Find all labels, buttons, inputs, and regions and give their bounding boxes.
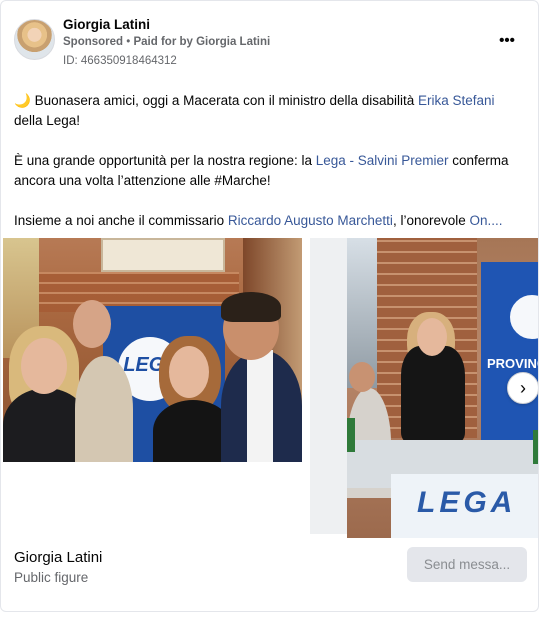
ad-card: Giorgia Latini Sponsored • Paid for by G… (0, 0, 539, 612)
post-line-4: ancora una volta l’attenzione alle #Marc… (14, 173, 271, 188)
mention-riccardo-marchetti[interactable]: Riccardo Augusto Marchetti (228, 213, 393, 228)
tablecloth-text: LEGA (417, 486, 517, 519)
footer-page-name[interactable]: Giorgia Latini (14, 549, 102, 566)
carousel-photo-1[interactable]: LEGA (3, 238, 302, 462)
carousel-next-button[interactable]: › (507, 372, 538, 404)
meta-separator: • (123, 36, 134, 48)
page-name[interactable]: Giorgia Latini (63, 17, 150, 32)
send-message-button[interactable]: Send messa... (407, 547, 527, 582)
post-line-2: della Lega! (14, 113, 81, 128)
moon-icon: 🌙 (14, 93, 31, 108)
more-options-icon[interactable]: ••• (495, 31, 519, 51)
mention-erika-stefani[interactable]: Erika Stefani (418, 93, 495, 108)
post-line-5: Insieme a noi anche il commissario Ricca… (14, 213, 503, 228)
image-carousel: LEGA PROVINC (1, 238, 538, 538)
sponsored-line: Sponsored • Paid for by Giorgia Latini (63, 36, 270, 48)
footer-category: Public figure (14, 570, 89, 585)
post-line-3: È una grande opportunità per la nostra r… (14, 153, 509, 168)
post-text: 🌙 Buonasera amici, oggi a Macerata con i… (14, 91, 529, 231)
see-more-link[interactable]: On.... (469, 213, 502, 228)
sponsored-label: Sponsored (63, 36, 124, 48)
banner-text: PROVINC (487, 356, 538, 371)
avatar[interactable] (14, 19, 55, 60)
post-line-1: 🌙 Buonasera amici, oggi a Macerata con i… (14, 93, 495, 108)
mention-lega-salvini[interactable]: Lega - Salvini Premier (316, 153, 449, 168)
paid-for-label: Paid for by Giorgia Latini (133, 36, 271, 48)
ad-id: ID: 466350918464312 (63, 55, 177, 67)
